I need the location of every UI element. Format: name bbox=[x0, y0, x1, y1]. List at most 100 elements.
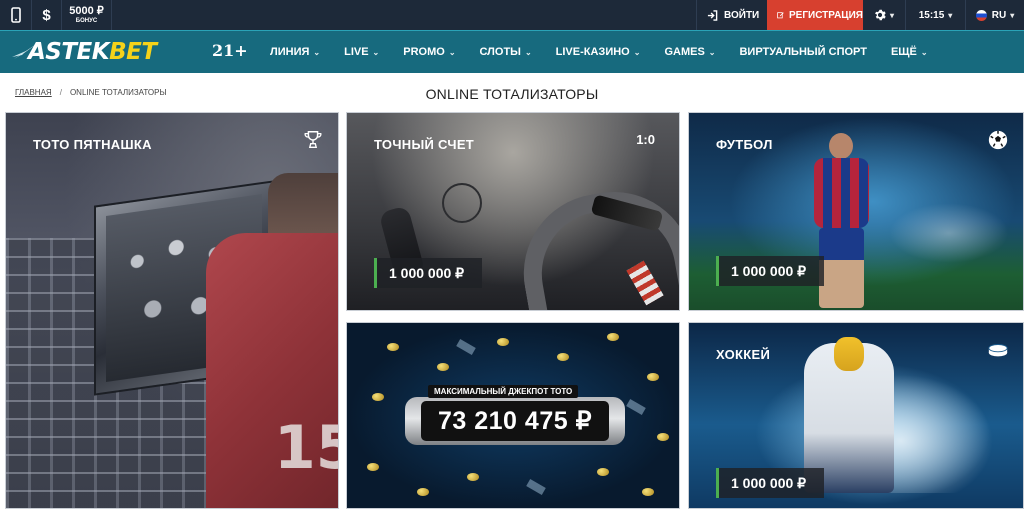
nav-item-label: СЛОТЫ bbox=[479, 46, 521, 58]
football-card[interactable]: ФУТБОЛ 1 000 000 ₽ bbox=[688, 112, 1024, 311]
bonus-button[interactable]: 5000 ₽ БОНУС bbox=[62, 0, 112, 30]
chevron-down-icon: ▾ bbox=[1010, 10, 1015, 20]
card-title: ТОЧНЫЙ СЧЕТ bbox=[374, 137, 475, 152]
trophy-icon bbox=[304, 131, 322, 149]
chevron-down-icon: ⌄ bbox=[524, 47, 532, 57]
coin bbox=[657, 433, 669, 441]
nav-item-label: GAMES bbox=[664, 46, 705, 58]
prize-amount: 1 000 000 ₽ bbox=[374, 258, 482, 288]
chevron-down-icon: ⌄ bbox=[448, 47, 456, 57]
player-torso bbox=[814, 158, 869, 228]
player-head bbox=[829, 133, 853, 159]
nav-item-line[interactable]: ЛИНИЯ ⌄ bbox=[258, 46, 332, 58]
hockey-card[interactable]: ХОККЕЙ 1 000 000 ₽ bbox=[688, 322, 1024, 509]
coin bbox=[367, 463, 379, 471]
gear-icon bbox=[875, 9, 886, 21]
language-code: RU bbox=[991, 9, 1007, 21]
glass-shard bbox=[456, 339, 476, 355]
coin bbox=[647, 373, 659, 381]
time-dropdown[interactable]: 15:15 ▾ bbox=[906, 0, 966, 30]
jackpot-counter: МАКСИМАЛЬНЫЙ ДЖЕКПОТ ТОТО 73 210 475 ₽ bbox=[405, 385, 625, 447]
nav-item-more[interactable]: ЕЩЁ ⌄ bbox=[879, 46, 940, 58]
login-button[interactable]: ВОЙТИ bbox=[696, 0, 767, 30]
nav-item-promo[interactable]: PROMO ⌄ bbox=[391, 46, 467, 58]
breadcrumb-home-link[interactable]: ГЛАВНАЯ bbox=[15, 88, 52, 97]
nav-item-label: ЛИНИЯ bbox=[270, 46, 310, 58]
settings-dropdown[interactable]: ▾ bbox=[863, 0, 906, 30]
player-legs bbox=[819, 228, 864, 308]
coin bbox=[497, 338, 509, 346]
chevron-down-icon: ⌄ bbox=[708, 47, 716, 57]
mobile-app-button[interactable] bbox=[0, 0, 32, 30]
glass-shard bbox=[626, 399, 646, 415]
nav-item-label: LIVE bbox=[344, 46, 369, 58]
mobile-phone-icon bbox=[10, 7, 21, 23]
chevron-down-icon: ⌄ bbox=[633, 47, 641, 57]
nav-item-label: ВИРТУАЛЬНЫЙ СПОРТ bbox=[739, 46, 867, 58]
top-bar: $ 5000 ₽ БОНУС ВОЙТИ РЕГИСТРАЦИЯ ▾ 15:15… bbox=[0, 0, 1024, 30]
coin bbox=[417, 488, 429, 496]
coin bbox=[387, 343, 399, 351]
chevron-down-icon: ⌄ bbox=[372, 47, 380, 57]
chevron-down-icon: ⌄ bbox=[313, 47, 321, 57]
main-nav: ASTEK BET 21+ ЛИНИЯ ⌄ LIVE ⌄ PROMO ⌄ СЛОТ… bbox=[0, 30, 1024, 73]
coin bbox=[597, 468, 609, 476]
score-badge: 1:0 bbox=[636, 132, 655, 147]
age-restriction-badge: 21+ bbox=[212, 41, 248, 60]
card-title: ТОТО ПЯТНАШКА bbox=[33, 137, 152, 152]
coin bbox=[372, 393, 384, 401]
logo-arrow-icon bbox=[12, 43, 38, 59]
card-title: ХОККЕЙ bbox=[716, 347, 771, 362]
breadcrumb: ГЛАВНАЯ / ONLINE ТОТАЛИЗАТОРЫ bbox=[15, 88, 167, 97]
nav-menu: ЛИНИЯ ⌄ LIVE ⌄ PROMO ⌄ СЛОТЫ ⌄ LIVE-КАЗИ… bbox=[258, 31, 940, 73]
logo-text-yellow: BET bbox=[109, 39, 157, 65]
coin bbox=[642, 488, 654, 496]
coin bbox=[607, 333, 619, 341]
currency-button[interactable]: $ bbox=[32, 0, 62, 30]
coin bbox=[557, 353, 569, 361]
coin bbox=[437, 363, 449, 371]
glass-shard bbox=[526, 479, 546, 495]
breadcrumb-current: ONLINE ТОТАЛИЗАТОРЫ bbox=[69, 88, 167, 97]
dollar-icon: $ bbox=[42, 6, 51, 24]
register-label: РЕГИСТРАЦИЯ bbox=[789, 9, 863, 21]
russia-flag-icon bbox=[975, 9, 987, 21]
basketball-hoop bbox=[442, 183, 482, 223]
nav-item-virtual-sport[interactable]: ВИРТУАЛЬНЫЙ СПОРТ bbox=[727, 46, 878, 58]
prize-amount: 1 000 000 ₽ bbox=[716, 468, 824, 498]
nav-item-live-casino[interactable]: LIVE-КАЗИНО ⌄ bbox=[544, 46, 653, 58]
register-button[interactable]: РЕГИСТРАЦИЯ bbox=[767, 0, 863, 30]
jackpot-card[interactable]: МАКСИМАЛЬНЫЙ ДЖЕКПОТ ТОТО 73 210 475 ₽ bbox=[346, 322, 680, 509]
jackpot-amount: 73 210 475 ₽ bbox=[421, 401, 609, 441]
goalie-mask bbox=[834, 337, 864, 371]
hockey-puck-icon bbox=[988, 344, 1008, 357]
nav-item-games[interactable]: GAMES ⌄ bbox=[652, 46, 727, 58]
language-dropdown[interactable]: RU ▾ bbox=[966, 0, 1024, 30]
nav-item-slots[interactable]: СЛОТЫ ⌄ bbox=[468, 46, 544, 58]
jersey-number: 15 bbox=[274, 413, 338, 483]
nav-item-label: LIVE-КАЗИНО bbox=[555, 46, 630, 58]
login-label: ВОЙТИ bbox=[724, 9, 760, 21]
site-logo[interactable]: ASTEK BET bbox=[12, 37, 157, 67]
nav-item-label: PROMO bbox=[403, 46, 445, 58]
stadium-light bbox=[889, 203, 1009, 263]
soccer-ball-icon bbox=[988, 130, 1008, 150]
jackpot-label: МАКСИМАЛЬНЫЙ ДЖЕКПОТ ТОТО bbox=[428, 385, 579, 398]
chevron-down-icon: ▾ bbox=[889, 10, 894, 20]
prize-amount: 1 000 000 ₽ bbox=[716, 256, 824, 286]
chevron-down-icon: ⌄ bbox=[920, 47, 928, 57]
card-title: ФУТБОЛ bbox=[716, 137, 773, 152]
nav-item-label: ЕЩЁ bbox=[890, 46, 917, 58]
breadcrumb-separator: / bbox=[59, 88, 62, 97]
nav-item-live[interactable]: LIVE ⌄ bbox=[332, 46, 391, 58]
exact-score-card[interactable]: ТОЧНЫЙ СЧЕТ 1:0 1 000 000 ₽ bbox=[346, 112, 680, 311]
login-icon bbox=[707, 9, 718, 21]
bonus-label: БОНУС bbox=[75, 18, 98, 24]
edit-icon bbox=[777, 12, 784, 19]
chevron-down-icon: ▾ bbox=[948, 10, 953, 20]
current-time: 15:15 bbox=[918, 9, 945, 21]
logo-text-white: ASTEK bbox=[28, 39, 110, 65]
bonus-amount: 5000 ₽ bbox=[69, 5, 104, 17]
toto-pyatnashka-card[interactable]: 15 ТОТО ПЯТНАШКА bbox=[5, 112, 339, 509]
coin bbox=[467, 473, 479, 481]
